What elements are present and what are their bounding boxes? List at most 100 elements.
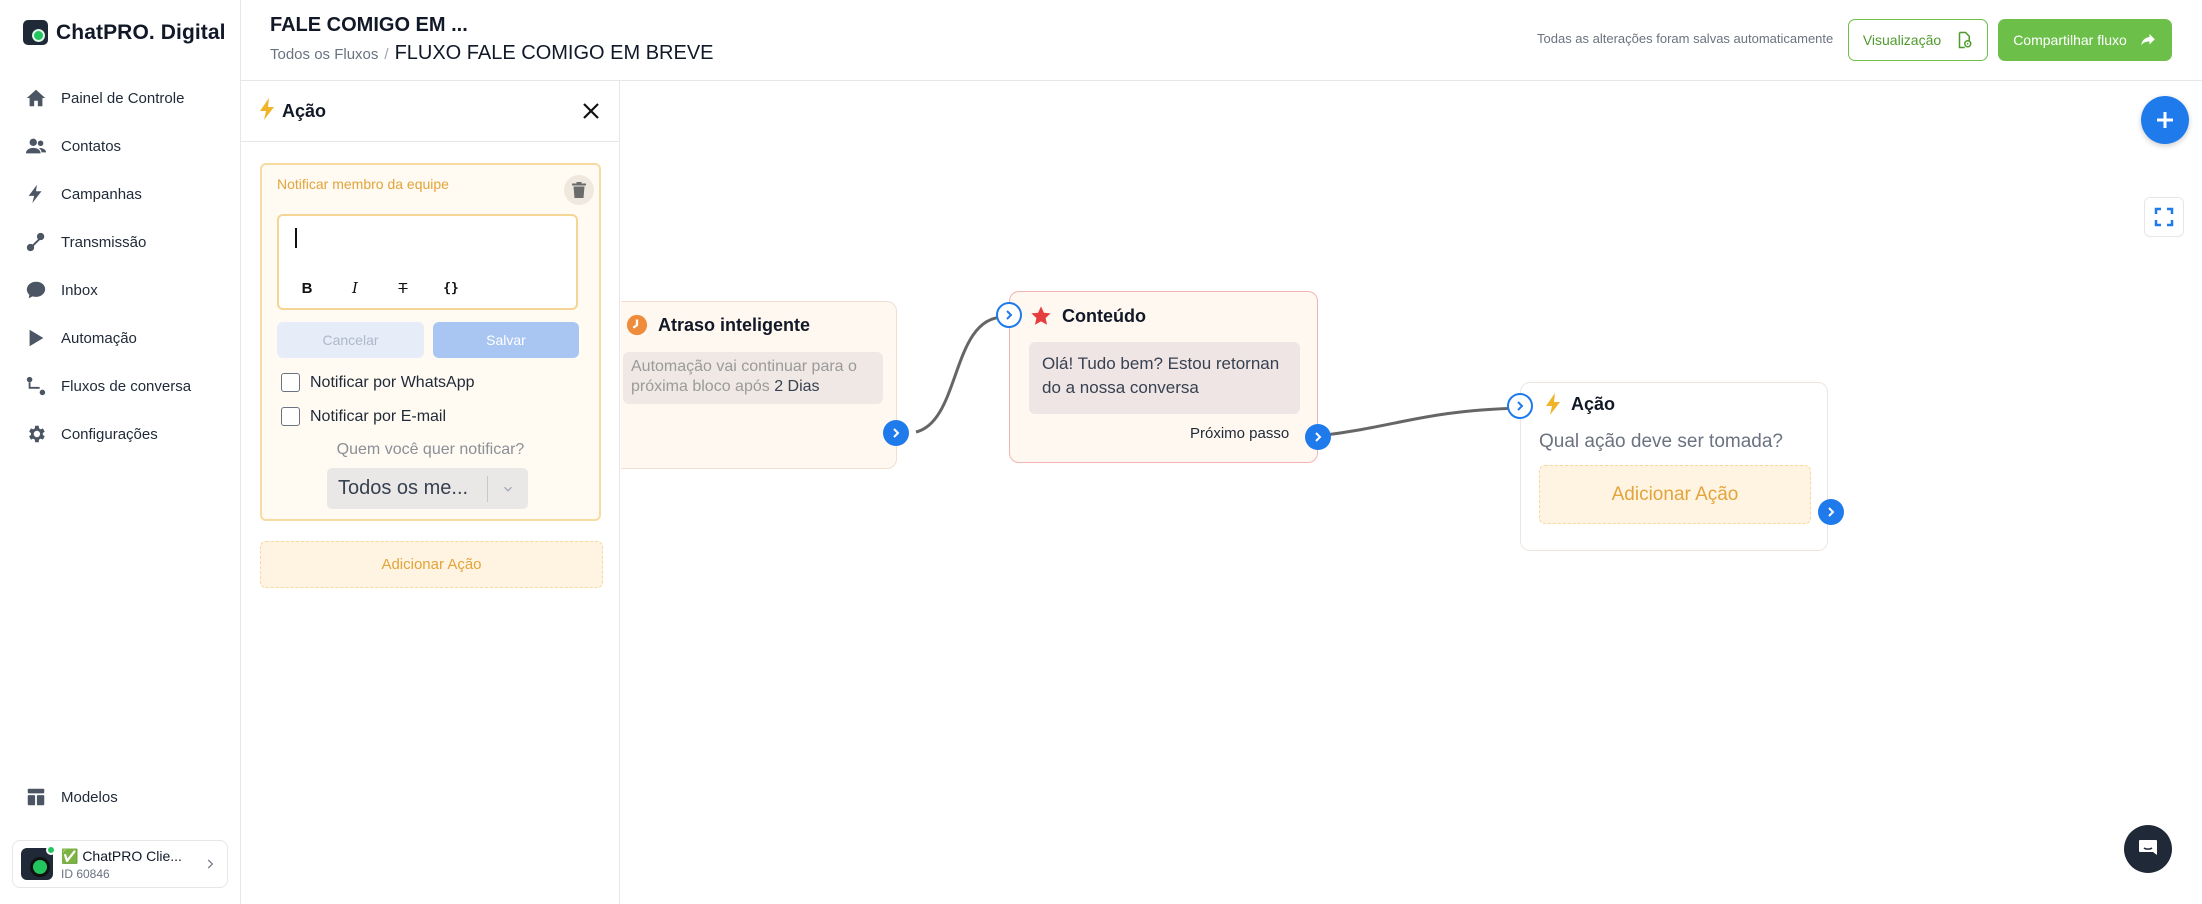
sidebar: ChatPRO. Digital Painel de Controle Cont…: [0, 0, 241, 904]
home-icon: [25, 87, 47, 109]
who-to-notify-select[interactable]: Todos os me...: [327, 468, 528, 509]
support-chat-button[interactable]: [2124, 825, 2172, 873]
account-name: ✅ ChatPRO Clie...: [61, 847, 182, 864]
preview-button-label: Visualização: [1862, 32, 1942, 48]
delete-action-button[interactable]: [564, 175, 594, 205]
content-output-handle[interactable]: [1305, 424, 1331, 450]
notify-email-label: Notificar por E-mail: [310, 407, 447, 425]
chat-icon: [2139, 840, 2157, 855]
chevron-right-icon: [207, 859, 214, 869]
clock-icon: [626, 314, 648, 336]
variable-braces-icon[interactable]: {}: [439, 276, 463, 300]
notify-team-title: Notificar membro da equipe: [277, 176, 449, 192]
smart-delay-text: Automação vai continuar para o próxima b…: [631, 358, 857, 395]
templates-icon: [25, 786, 47, 808]
smart-delay-value: 2 Dias: [774, 378, 820, 395]
connector-content-to-action: [1317, 406, 1521, 438]
notify-email-checkbox[interactable]: [281, 407, 300, 426]
text-caret: [295, 228, 297, 248]
add-node-button[interactable]: [2141, 96, 2189, 144]
connector-delay-to-content: [915, 315, 1005, 434]
italic-icon[interactable]: I: [343, 276, 367, 300]
notify-email-checkbox-row[interactable]: Notificar por E-mail: [281, 407, 446, 426]
fullscreen-icon: [2154, 207, 2174, 227]
sidebar-bottom-nav: Modelos: [0, 773, 240, 821]
chevron-right-icon: [1315, 432, 1322, 442]
action-output-handle[interactable]: [1818, 499, 1844, 525]
smart-delay-node[interactable]: Atraso inteligente Automação vai continu…: [621, 301, 909, 469]
notify-whatsapp-checkbox-row[interactable]: Notificar por WhatsApp: [281, 373, 475, 392]
automation-icon: [25, 327, 47, 349]
content-input-handle[interactable]: [996, 302, 1022, 328]
content-node-title: Conteúdo: [1062, 305, 1146, 326]
sidebar-item-automacao[interactable]: Automação: [0, 314, 240, 362]
sidebar-item-label: Configurações: [61, 425, 158, 443]
smart-delay-description: Automação vai continuar para o próxima b…: [623, 352, 883, 404]
sidebar-item-campanhas[interactable]: Campanhas: [0, 170, 240, 218]
sidebar-item-modelos[interactable]: Modelos: [0, 773, 240, 821]
breadcrumb-root-link[interactable]: Todos os Fluxos: [270, 46, 378, 63]
sidebar-item-fluxos[interactable]: Fluxos de conversa: [0, 362, 240, 410]
trash-icon: [572, 182, 586, 198]
sidebar-item-label: Campanhas: [61, 185, 142, 203]
sidebar-item-painel[interactable]: Painel de Controle: [0, 74, 240, 122]
breadcrumb-current: FLUXO FALE COMIGO EM BREVE: [394, 42, 714, 64]
cancel-button[interactable]: Cancelar: [277, 322, 424, 358]
message-editor[interactable]: B I T {}: [277, 214, 578, 310]
smart-delay-node-header: Atraso inteligente: [626, 314, 810, 336]
save-button[interactable]: Salvar: [433, 322, 579, 358]
brand[interactable]: ChatPRO. Digital: [23, 20, 226, 45]
top-header: FALE COMIGO EM ... Todos os Fluxos / FLU…: [241, 0, 2202, 81]
notify-whatsapp-checkbox[interactable]: [281, 373, 300, 392]
lightning-icon: [259, 97, 275, 125]
sidebar-item-contatos[interactable]: Contatos: [0, 122, 240, 170]
action-input-handle[interactable]: [1507, 393, 1533, 419]
sidebar-item-inbox[interactable]: Inbox: [0, 266, 240, 314]
sidebar-item-label: Contatos: [61, 137, 122, 155]
smart-delay-node-title: Atraso inteligente: [658, 314, 811, 335]
gear-icon: [25, 423, 47, 445]
fullscreen-button[interactable]: [2144, 197, 2184, 237]
page-title: FALE COMIGO EM ...: [270, 14, 468, 36]
bold-icon[interactable]: B: [295, 276, 319, 300]
autosave-status: Todas as alterações foram salvas automat…: [1537, 31, 1834, 46]
strikethrough-icon[interactable]: T: [391, 276, 415, 300]
sidebar-item-label: Fluxos de conversa: [61, 377, 192, 395]
inbox-icon: [25, 279, 47, 301]
close-icon[interactable]: [579, 99, 603, 123]
breadcrumb-separator: /: [384, 46, 389, 63]
add-action-button[interactable]: Adicionar Ação: [260, 541, 603, 588]
action-node-add-button[interactable]: Adicionar Ação: [1539, 465, 1811, 524]
who-to-notify-value: Todos os me...: [338, 477, 469, 499]
star-icon: [1031, 306, 1051, 325]
app-root: ChatPRO. Digital Painel de Controle Cont…: [0, 0, 2202, 904]
sidebar-item-configuracoes[interactable]: Configurações: [0, 410, 240, 458]
action-panel-title: Ação: [282, 100, 327, 121]
action-node[interactable]: Ação Qual ação deve ser tomada? Adiciona…: [1507, 382, 1844, 551]
chevron-right-icon: [1006, 310, 1013, 320]
content-node[interactable]: Conteúdo Olá! Tudo bem? Estou retornando…: [996, 291, 1331, 463]
smart-delay-output-handle[interactable]: [883, 420, 909, 446]
sidebar-item-transmissao[interactable]: Transmissão: [0, 218, 240, 266]
account-id: ID 60846: [61, 866, 110, 881]
account-switcher[interactable]: ✅ ChatPRO Clie... ID 60846: [12, 840, 228, 888]
share-arrow-icon: [2141, 34, 2155, 46]
chevron-right-icon: [893, 428, 900, 438]
flow-canvas[interactable]: Atraso inteligente Automação vai continu…: [621, 81, 2202, 904]
sidebar-item-label: Modelos: [61, 788, 118, 806]
campaign-icon: [25, 183, 47, 205]
sidebar-nav: Painel de Controle Contatos Campanhas Tr…: [0, 74, 240, 458]
flows-icon: [25, 375, 47, 397]
online-status-dot: [46, 845, 56, 855]
chevron-right-icon: [1517, 401, 1524, 411]
preview-icon: [1958, 31, 1972, 49]
share-flow-button[interactable]: Compartilhar fluxo: [1998, 19, 2172, 61]
brand-name: ChatPRO. Digital: [56, 20, 226, 44]
preview-button[interactable]: Visualização: [1848, 19, 1988, 61]
action-node-title: Ação: [1571, 393, 1616, 414]
avatar: [21, 845, 56, 880]
sidebar-item-label: Inbox: [61, 281, 98, 299]
action-panel-header: Ação: [241, 81, 619, 142]
share-flow-button-label: Compartilhar fluxo: [2013, 32, 2127, 48]
brand-logo: [23, 20, 48, 45]
